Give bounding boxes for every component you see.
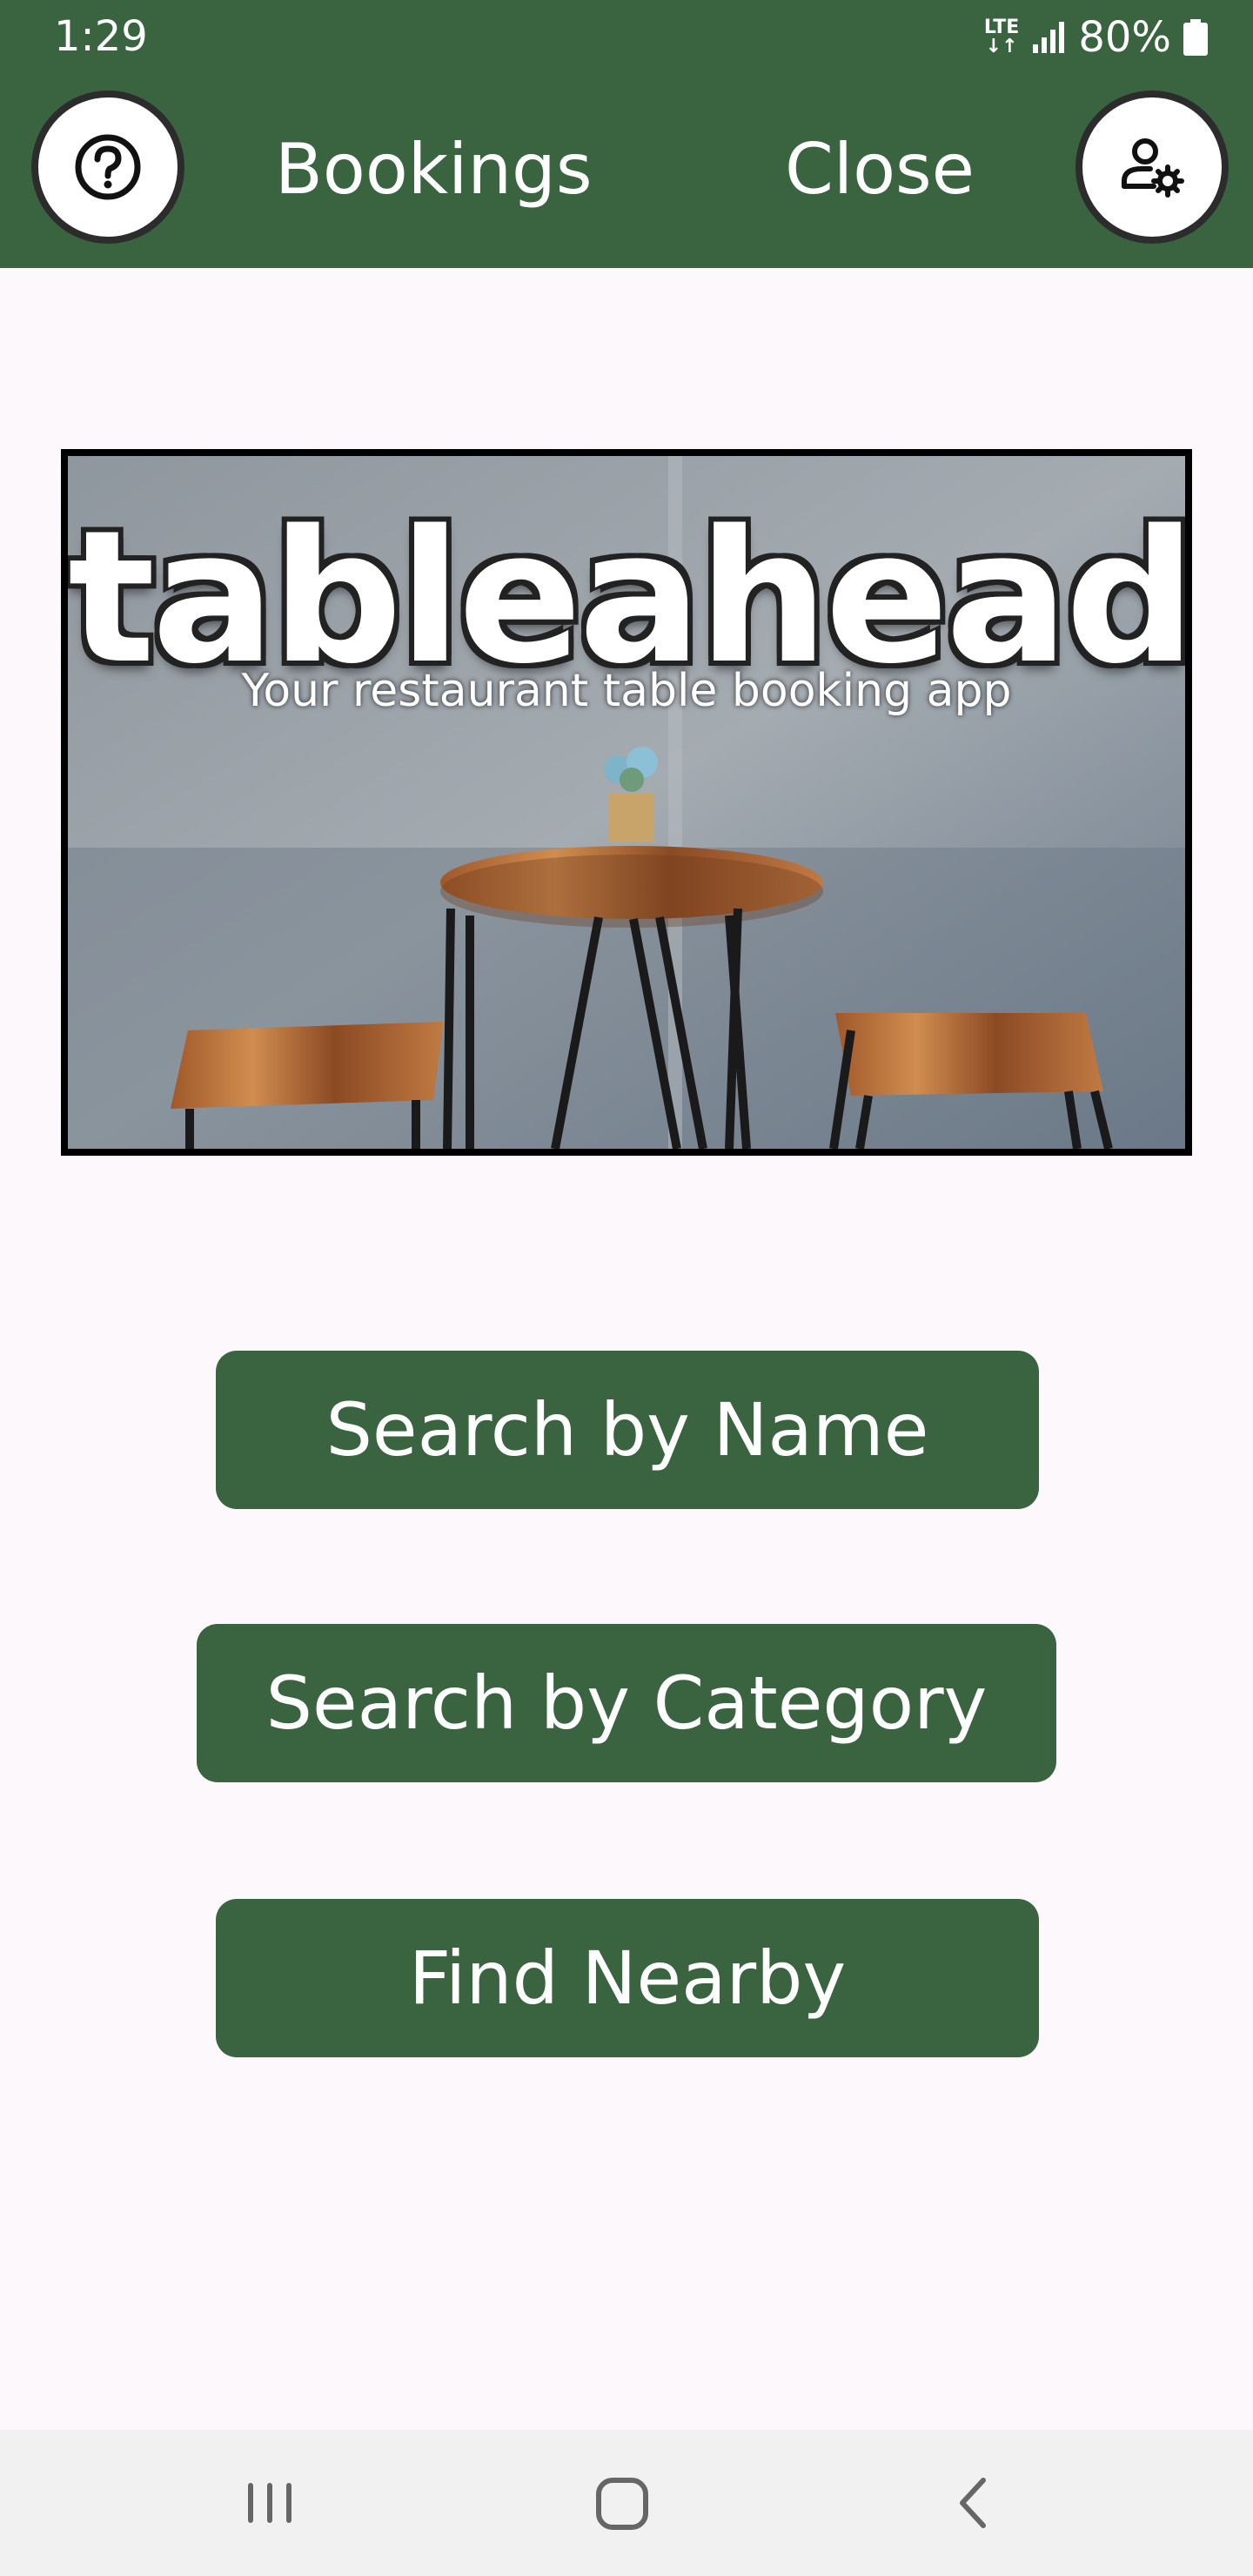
battery-icon (1183, 19, 1208, 56)
lte-text: LTE (983, 17, 1020, 38)
help-circle-icon (75, 134, 141, 200)
search-by-name-button[interactable]: Search by Name (216, 1351, 1039, 1509)
app-header: 1:29 LTE ↓↑ 80% Bookings Close (0, 0, 1253, 268)
battery-percent: 80% (1078, 13, 1171, 62)
status-icons: LTE ↓↑ 80% (983, 13, 1208, 62)
signal-icon (1033, 22, 1065, 53)
find-nearby-button[interactable]: Find Nearby (216, 1899, 1039, 2057)
search-by-category-button[interactable]: Search by Category (197, 1624, 1056, 1782)
lte-icon: LTE ↓↑ (983, 17, 1020, 57)
system-nav-bar (0, 2430, 1253, 2576)
help-button[interactable] (31, 91, 184, 244)
status-time: 1:29 (54, 12, 148, 61)
tableahead-banner: tableahead Your restaurant table booking… (61, 449, 1192, 1156)
banner-subtitle: Your restaurant table booking app (241, 665, 1012, 717)
home-icon[interactable] (592, 2468, 653, 2538)
back-icon[interactable] (948, 2468, 1001, 2538)
account-settings-button[interactable] (1075, 91, 1229, 244)
user-settings-icon (1122, 138, 1184, 198)
recents-icon[interactable] (244, 2468, 296, 2538)
close-button[interactable]: Close (785, 122, 975, 218)
bookings-button[interactable]: Bookings (275, 122, 593, 218)
